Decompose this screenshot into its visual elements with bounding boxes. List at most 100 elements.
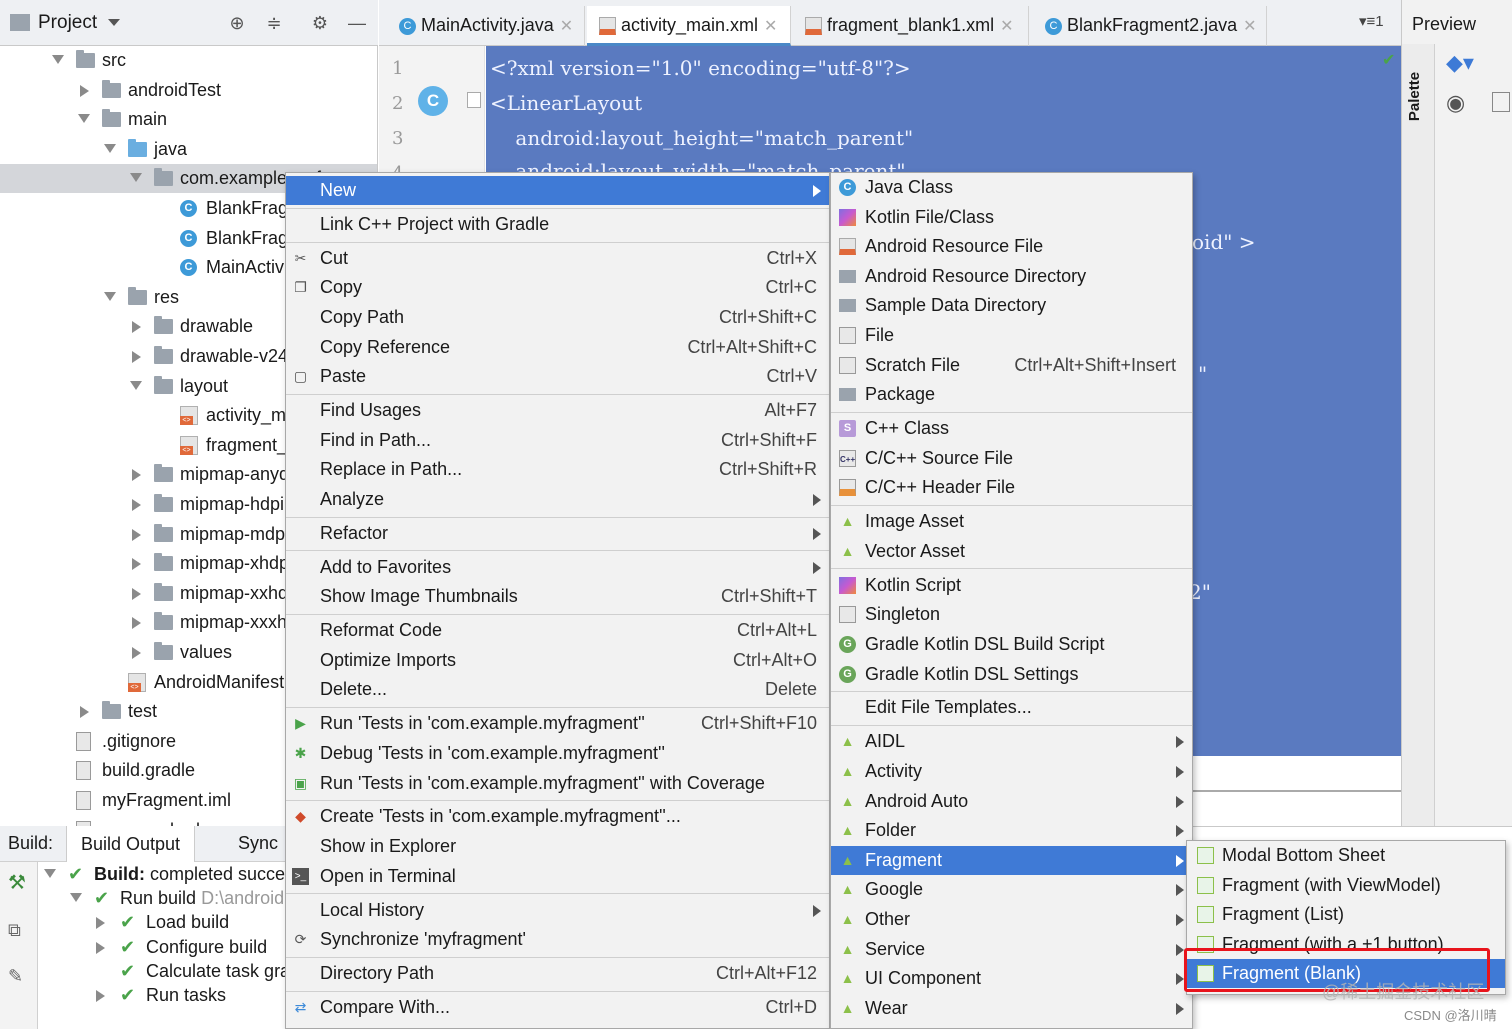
- chevron-right-icon[interactable]: [132, 647, 141, 659]
- new-item-scratch-file[interactable]: Scratch File Ctrl+Alt+Shift+Insert: [831, 351, 1192, 380]
- build-tree-row[interactable]: ✔ Run tasks: [96, 983, 290, 1007]
- new-item-android-auto[interactable]: Android Auto: [831, 787, 1192, 816]
- eye-icon[interactable]: ◉: [1446, 90, 1465, 116]
- class-gutter-icon[interactable]: C: [418, 86, 448, 116]
- new-item-android-resource-directory[interactable]: Android Resource Directory: [831, 262, 1192, 291]
- new-item-sample-data-directory[interactable]: Sample Data Directory: [831, 291, 1192, 320]
- new-item-c-c-header-file[interactable]: C/C++ Header File: [831, 473, 1192, 502]
- minimize-icon[interactable]: —: [345, 11, 369, 35]
- fold-icon[interactable]: [467, 92, 481, 108]
- tab-blankfragment2-java[interactable]: C BlankFragment2.java ✕: [1031, 6, 1267, 46]
- new-item-activity[interactable]: Activity: [831, 757, 1192, 786]
- fragment-item-modal-bottom-sheet[interactable]: Modal Bottom Sheet: [1187, 841, 1505, 870]
- menu-item-open-in-terminal[interactable]: >_ Open in Terminal: [286, 862, 829, 891]
- menu-item-analyze[interactable]: Analyze: [286, 485, 829, 514]
- tab-fragment-blank1-xml[interactable]: fragment_blank1.xml ✕: [793, 6, 1029, 46]
- menu-item-show-image-thumbnails[interactable]: Show Image Thumbnails Ctrl+Shift+T: [286, 582, 829, 611]
- menu-item-synchronize-myfragment[interactable]: ⟳ Synchronize 'myfragment': [286, 925, 829, 954]
- new-item-c-class[interactable]: S C++ Class: [831, 414, 1192, 443]
- close-icon[interactable]: ✕: [764, 18, 777, 35]
- chevron-down-icon[interactable]: [78, 114, 90, 124]
- menu-item-add-to-favorites[interactable]: Add to Favorites: [286, 553, 829, 582]
- chevron-down-icon[interactable]: [130, 173, 142, 183]
- pin-icon[interactable]: ✎: [8, 966, 23, 987]
- new-item-service[interactable]: Service: [831, 935, 1192, 964]
- new-item-java-class[interactable]: C Java Class: [831, 173, 1192, 202]
- new-item-gradle-kotlin-dsl-settings[interactable]: G Gradle Kotlin DSL Settings: [831, 660, 1192, 689]
- new-item-wear[interactable]: Wear: [831, 994, 1192, 1023]
- menu-item-run-tests-in-com-example-myfragment[interactable]: ▶ Run 'Tests in 'com.example.myfragment''…: [286, 709, 829, 738]
- menu-item-new[interactable]: New: [286, 176, 829, 205]
- menu-item-compare-with[interactable]: ⇄ Compare With... Ctrl+D: [286, 993, 829, 1022]
- tab-activity-main-xml[interactable]: activity_main.xml ✕: [587, 6, 791, 46]
- fragment-item-fragment-with-viewmodel[interactable]: Fragment (with ViewModel): [1187, 871, 1505, 900]
- menu-item-run-tests-in-com-example-myfragment-with-coverage[interactable]: ▣ Run 'Tests in 'com.example.myfragment''…: [286, 769, 829, 798]
- menu-item-replace-in-path[interactable]: Replace in Path... Ctrl+Shift+R: [286, 455, 829, 484]
- chevron-right-icon[interactable]: [132, 617, 141, 630]
- tree-item-main[interactable]: main: [0, 105, 377, 134]
- chevron-right-icon[interactable]: [80, 84, 89, 97]
- new-item-other[interactable]: Other: [831, 905, 1192, 934]
- close-icon[interactable]: ✕: [560, 18, 573, 35]
- chevron-right-icon[interactable]: [96, 990, 105, 1002]
- target-icon[interactable]: ⊕: [225, 11, 249, 35]
- chevron-down-icon[interactable]: [130, 380, 142, 390]
- tree-item-androidtest[interactable]: androidTest: [0, 76, 377, 105]
- palette-tab[interactable]: Palette: [1406, 72, 1423, 121]
- chevron-right-icon[interactable]: [132, 321, 141, 334]
- chevron-right-icon[interactable]: [132, 499, 141, 511]
- menu-item-copy-path[interactable]: Copy Path Ctrl+Shift+C: [286, 303, 829, 332]
- chevron-right-icon[interactable]: [132, 558, 141, 571]
- toggle-view-icon[interactable]: ⧉: [8, 920, 21, 941]
- chevron-right-icon[interactable]: [96, 917, 105, 930]
- menu-item-directory-path[interactable]: Directory Path Ctrl+Alt+F12: [286, 959, 829, 988]
- new-item-singleton[interactable]: Singleton: [831, 600, 1192, 629]
- menu-item-local-history[interactable]: Local History: [286, 896, 829, 925]
- chevron-down-icon[interactable]: [70, 893, 82, 903]
- menu-item-copy[interactable]: ❐ Copy Ctrl+C: [286, 273, 829, 302]
- new-item-edit-file-templates[interactable]: Edit File Templates...: [831, 693, 1192, 722]
- tab-mainactivity-java[interactable]: C MainActivity.java ✕: [385, 6, 585, 46]
- chevron-right-icon[interactable]: [80, 706, 89, 719]
- menu-item-reformat-code[interactable]: Reformat Code Ctrl+Alt+L: [286, 616, 829, 645]
- menu-item-copy-reference[interactable]: Copy Reference Ctrl+Alt+Shift+C: [286, 333, 829, 362]
- build-tree-row[interactable]: ✔ Run build D:\android: [70, 886, 290, 910]
- chevron-down-icon[interactable]: [104, 291, 116, 301]
- new-item-kotlin-script[interactable]: Kotlin Script: [831, 571, 1192, 600]
- new-item-folder[interactable]: Folder: [831, 816, 1192, 845]
- menu-item-delete[interactable]: Delete... Delete: [286, 675, 829, 704]
- tree-item-java[interactable]: java: [0, 135, 377, 164]
- new-item-vector-asset[interactable]: Vector Asset: [831, 537, 1192, 566]
- menu-item-find-usages[interactable]: Find Usages Alt+F7: [286, 396, 829, 425]
- new-item-aidl[interactable]: AIDL: [831, 727, 1192, 756]
- new-item-widget[interactable]: Widget: [831, 1023, 1192, 1029]
- scrollbar[interactable]: [1190, 790, 1401, 800]
- project-view-title[interactable]: Project: [38, 12, 97, 34]
- chevron-down-icon[interactable]: [108, 19, 120, 26]
- collapse-all-icon[interactable]: ≑: [262, 11, 286, 35]
- build-tree-row[interactable]: ✔ Configure build: [96, 935, 290, 959]
- chevron-down-icon[interactable]: [52, 55, 64, 64]
- chevron-down-icon[interactable]: [44, 869, 56, 878]
- menu-item-paste[interactable]: ▢ Paste Ctrl+V: [286, 362, 829, 391]
- chevron-right-icon[interactable]: [132, 469, 141, 482]
- close-icon[interactable]: ✕: [1000, 18, 1013, 35]
- tab-overflow-button[interactable]: ▾≡1: [1359, 12, 1384, 30]
- layout-icon[interactable]: [1492, 92, 1510, 112]
- chevron-right-icon[interactable]: [132, 587, 141, 600]
- fragment-item-fragment-list[interactable]: Fragment (List): [1187, 900, 1505, 929]
- menu-item-link-c-project-with-gradle[interactable]: Link C++ Project with Gradle: [286, 210, 829, 239]
- new-item-package[interactable]: Package: [831, 380, 1192, 409]
- chevron-right-icon[interactable]: [96, 941, 105, 954]
- build-tree-row[interactable]: ✔ Load build: [96, 910, 290, 934]
- new-item-fragment[interactable]: Fragment: [831, 845, 1192, 875]
- chevron-right-icon[interactable]: [132, 528, 141, 541]
- new-item-ui-component[interactable]: UI Component: [831, 964, 1192, 993]
- tab-sync[interactable]: Sync: [238, 833, 278, 854]
- menu-item-cut[interactable]: ✂ Cut Ctrl+X: [286, 244, 829, 273]
- new-item-c-c-source-file[interactable]: C++ C/C++ Source File: [831, 444, 1192, 473]
- chevron-down-icon[interactable]: [104, 143, 116, 153]
- close-icon[interactable]: ✕: [1243, 18, 1256, 35]
- new-item-file[interactable]: File: [831, 321, 1192, 350]
- tree-item-src[interactable]: src: [0, 46, 377, 75]
